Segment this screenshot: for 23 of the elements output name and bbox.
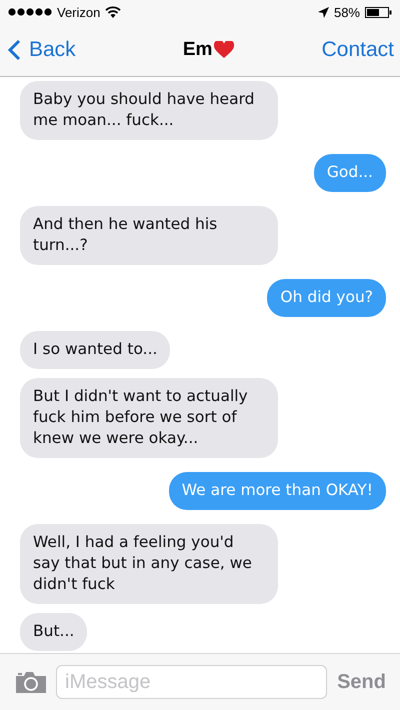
battery-percent: 58% xyxy=(334,4,360,20)
message-bubble: We are more than OKAY! xyxy=(168,472,386,510)
location-arrow-icon xyxy=(318,6,329,18)
message-bubble: Oh did you? xyxy=(267,279,386,317)
contact-button[interactable]: Contact xyxy=(322,38,394,62)
message-bubble: Well, I had a feeling you'd say that but in any case, we didn't fuck xyxy=(20,524,278,604)
message-bubble: And then he wanted his turn...? xyxy=(20,206,278,265)
message-field[interactable]: iMessage xyxy=(56,665,328,699)
message-bubble: Baby you should have heard me moan... fuck... xyxy=(20,81,278,140)
back-button[interactable]: Back xyxy=(8,38,76,62)
chevron-left-icon xyxy=(8,39,21,61)
message-bubble: God... xyxy=(314,154,386,192)
heart-icon xyxy=(214,41,234,59)
message-bubble: But I didn't want to actually fuck him before we sort of knew we were okay... xyxy=(20,378,278,458)
wifi-icon xyxy=(105,6,122,18)
message-bubble: I so wanted to... xyxy=(20,331,170,369)
contact-name: Em xyxy=(182,39,212,61)
battery-icon xyxy=(365,6,392,18)
carrier-name: Verizon xyxy=(57,4,100,20)
signal-icon xyxy=(8,8,52,16)
message-bubble: But... xyxy=(20,613,88,651)
camera-icon[interactable] xyxy=(16,671,46,693)
send-button[interactable]: Send xyxy=(337,670,386,694)
